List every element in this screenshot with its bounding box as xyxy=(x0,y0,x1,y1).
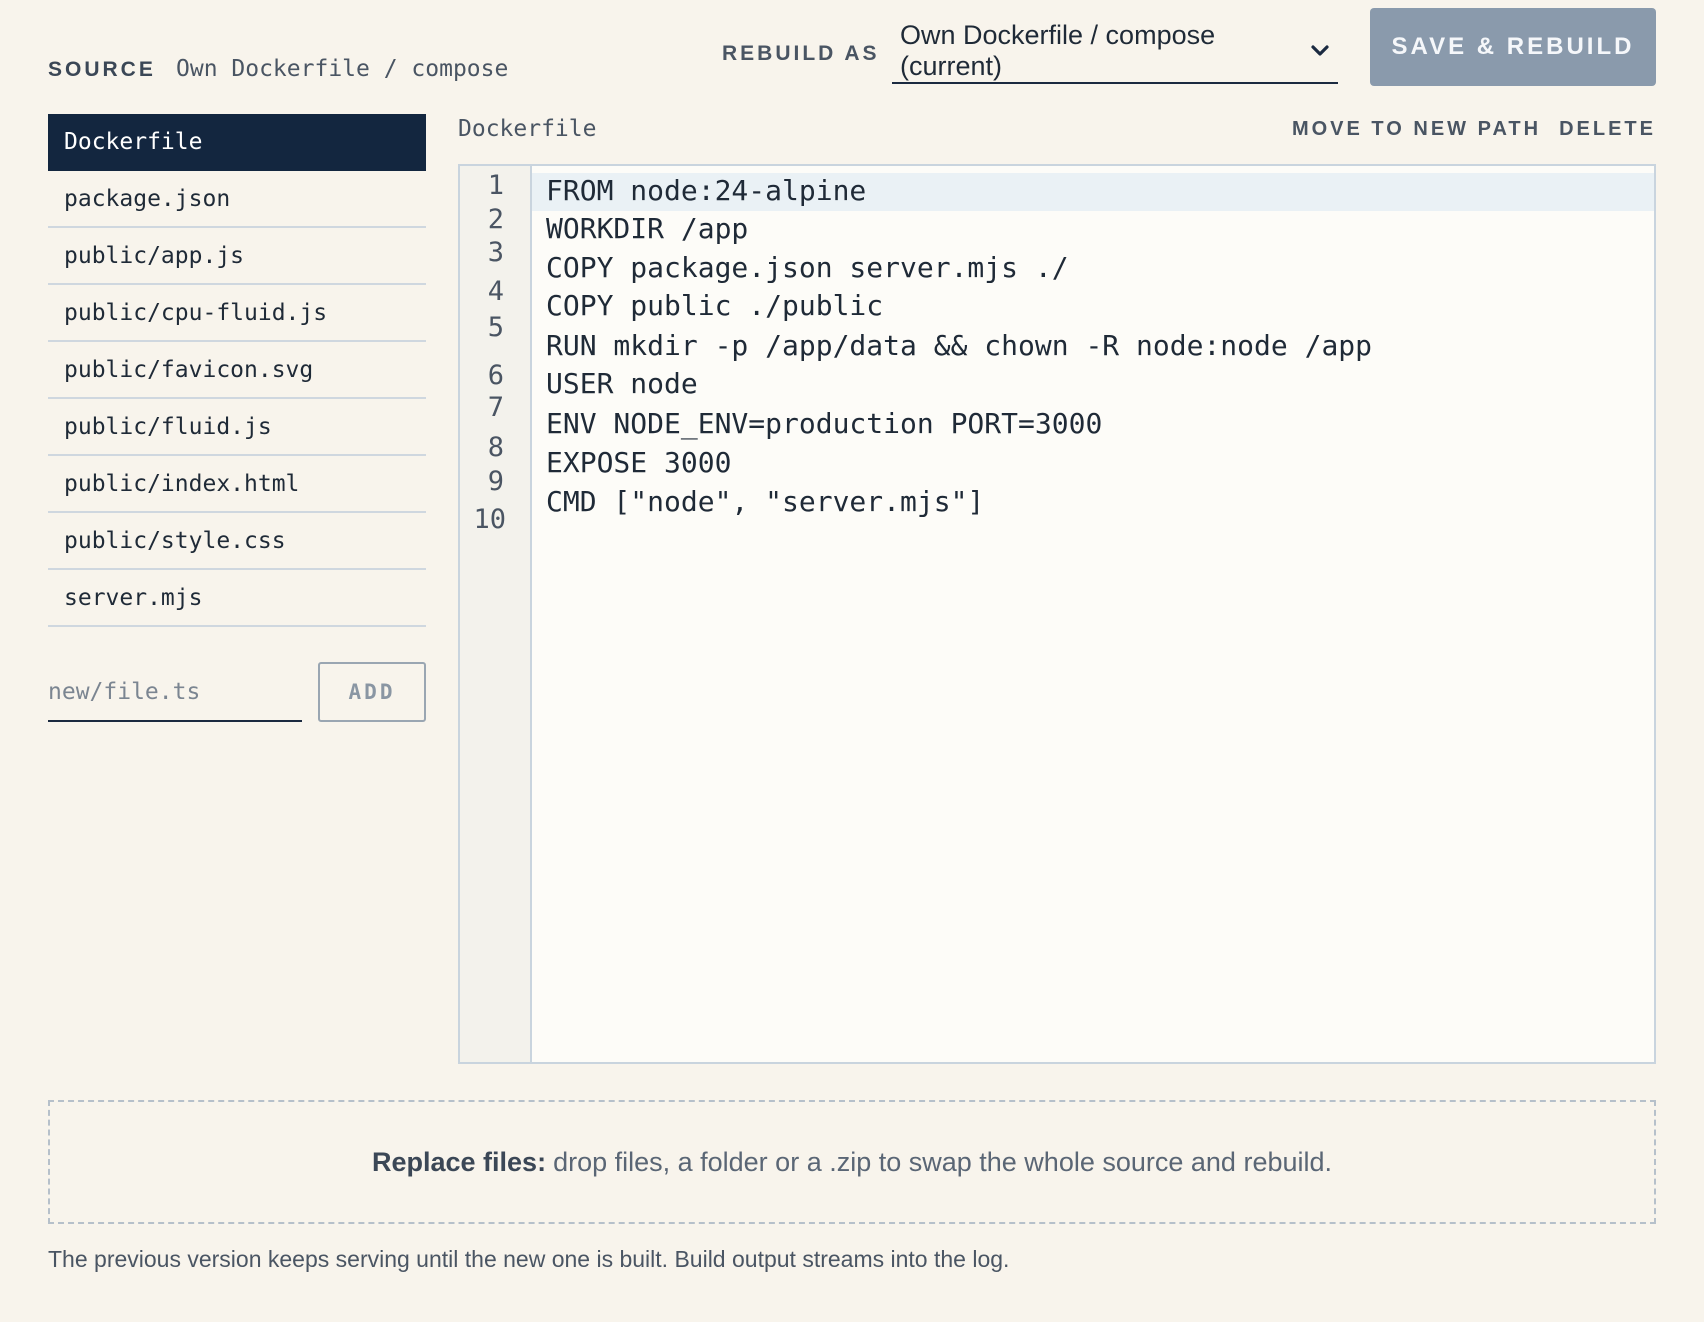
code-line: RUN mkdir -p /app/data && chown -R node:… xyxy=(546,329,1373,362)
code-line: FROM node:24-alpine xyxy=(546,174,867,207)
line-number: 4 xyxy=(487,276,504,307)
chevron-down-icon xyxy=(1309,39,1332,63)
replace-files-dropzone[interactable]: Replace files: drop files, a folder or a… xyxy=(48,1100,1656,1224)
code-line: EXPOSE 3000 xyxy=(546,446,732,479)
dropzone-text: drop files, a folder or a .zip to swap t… xyxy=(553,1146,1333,1177)
new-file-path-input[interactable] xyxy=(48,664,302,722)
source-value: Own Dockerfile / compose xyxy=(176,56,509,82)
code-line: CMD ["node", "server.mjs"] xyxy=(546,485,985,518)
line-number: 10 xyxy=(473,504,506,535)
line-number: 5 xyxy=(487,312,504,343)
file-item[interactable]: public/cpu-fluid.js xyxy=(48,285,426,342)
line-number: 2 xyxy=(487,204,504,235)
source-label: SOURCE xyxy=(48,58,156,81)
line-number: 6 xyxy=(487,360,504,391)
line-number-gutter: 1 2 3 4 5 6 7 8 9 10 xyxy=(460,166,532,1062)
rebuild-as-select[interactable]: Own Dockerfile / compose (current) xyxy=(892,20,1338,84)
rebuild-as-label: REBUILD AS xyxy=(722,42,880,65)
line-number: 8 xyxy=(487,432,504,463)
code-area[interactable]: FROM node:24-alpine WORKDIR /app COPY pa… xyxy=(532,166,1654,1062)
line-number: 7 xyxy=(487,392,504,423)
dropzone-title: Replace files: xyxy=(371,1146,547,1177)
file-list: Dockerfile package.json public/app.js pu… xyxy=(48,114,426,627)
delete-file-button[interactable]: DELETE xyxy=(1559,118,1656,141)
line-number: 9 xyxy=(487,466,504,497)
add-file-button[interactable]: ADD xyxy=(318,662,426,722)
file-item[interactable]: package.json xyxy=(48,171,426,228)
code-line: USER node xyxy=(546,367,698,400)
save-rebuild-button[interactable]: SAVE & REBUILD xyxy=(1370,8,1656,86)
file-item[interactable]: public/index.html xyxy=(48,456,426,513)
file-item[interactable]: public/fluid.js xyxy=(48,399,426,456)
move-to-new-path-button[interactable]: MOVE TO NEW PATH xyxy=(1292,118,1541,141)
line-number: 1 xyxy=(487,170,504,201)
code-editor[interactable]: 1 2 3 4 5 6 7 8 9 10 FROM node:24-alpine… xyxy=(458,164,1656,1064)
file-item[interactable]: server.mjs xyxy=(48,570,426,627)
footnote: The previous version keeps serving until… xyxy=(48,1246,1010,1272)
editor-filename: Dockerfile xyxy=(458,116,597,142)
line-number: 3 xyxy=(487,237,504,268)
code-line: ENV NODE_ENV=production PORT=3000 xyxy=(546,407,1103,440)
file-item[interactable]: public/style.css xyxy=(48,513,426,570)
code-line: WORKDIR /app xyxy=(546,212,749,245)
code-line: COPY package.json server.mjs ./ xyxy=(546,251,1069,284)
rebuild-as-selected-value: Own Dockerfile / compose (current) xyxy=(900,20,1216,81)
code-line: COPY public ./public xyxy=(546,289,884,322)
file-item[interactable]: Dockerfile xyxy=(48,114,426,171)
file-item[interactable]: public/app.js xyxy=(48,228,426,285)
file-item[interactable]: public/favicon.svg xyxy=(48,342,426,399)
